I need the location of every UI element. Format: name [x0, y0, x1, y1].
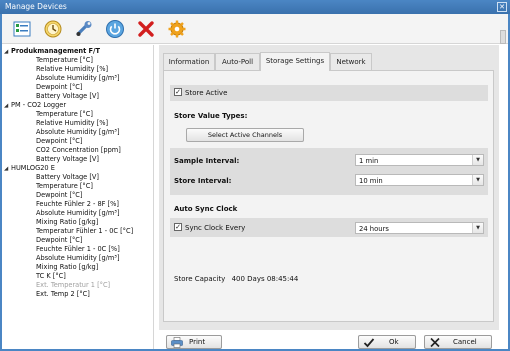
tree-item[interactable]: Relative Humidity [%] — [36, 65, 108, 73]
tree-item[interactable]: Dewpoint [°C] — [36, 137, 83, 145]
dropdown-arrow-icon[interactable]: ▼ — [472, 155, 483, 165]
tab-network[interactable]: Network — [330, 53, 372, 70]
collapse-caret-icon[interactable]: ◢ — [4, 165, 11, 173]
store-active-label: Store Active — [185, 89, 228, 97]
checkbox-checked-icon[interactable]: ✓ — [174, 223, 182, 231]
settings-gear-icon[interactable] — [167, 19, 187, 39]
tree-item[interactable]: Dewpoint [°C] — [36, 83, 83, 91]
tree-item[interactable]: Battery Voltage [V] — [36, 173, 99, 181]
tree-item[interactable]: TC K [°C] — [36, 272, 66, 280]
tab-storage-settings[interactable]: Storage Settings — [260, 52, 330, 71]
ok-button[interactable]: Ok — [358, 335, 416, 349]
toolbar — [2, 14, 508, 44]
store-capacity-value: 400 Days 08:45:44 — [231, 275, 299, 283]
store-interval-dropdown[interactable]: 10 min ▼ — [355, 174, 484, 186]
tree-item[interactable]: Ext. Temp 2 [°C] — [36, 290, 90, 298]
devices-list-icon[interactable] — [12, 19, 32, 39]
store-active-row: ✓ Store Active — [170, 85, 488, 101]
tree-item[interactable]: Temperatur Fühler 1 - 0C [°C] — [36, 227, 133, 235]
select-active-channels-button[interactable]: Select Active Channels — [186, 128, 304, 142]
store-interval-value: 10 min — [359, 177, 383, 185]
tree-item[interactable]: CO2 Concentration [ppm] — [36, 146, 121, 154]
tree-item[interactable]: Temperature [°C] — [36, 110, 93, 118]
interval-band: Sample Interval: 1 min ▼ Store Interval:… — [170, 148, 488, 195]
tree-item[interactable]: Temperature [°C] — [36, 56, 93, 64]
checkmark-icon — [363, 337, 375, 348]
ok-label: Ok — [389, 338, 399, 346]
printer-icon — [171, 337, 183, 348]
wrench-icon[interactable] — [74, 19, 94, 39]
delete-x-icon[interactable] — [136, 19, 156, 39]
cancel-x-icon — [429, 337, 441, 348]
store-active-checkbox[interactable]: ✓ Store Active — [174, 88, 228, 97]
tree-group-pm-co2-logger[interactable]: ◢ PM - CO2 Logger — [4, 101, 66, 109]
sync-clock-label: Sync Clock Every — [185, 224, 246, 232]
sample-interval-dropdown[interactable]: 1 min ▼ — [355, 154, 484, 166]
tree-item[interactable]: Mixing Ratio [g/kg] — [36, 263, 98, 271]
sync-clock-row: ✓ Sync Clock Every 24 hours ▼ — [170, 218, 488, 237]
settings-panel: Information Auto-Poll Storage Settings N… — [159, 45, 499, 330]
sync-clock-every-value: 24 hours — [359, 225, 389, 233]
tree-item[interactable]: Absolute Humidity [g/m³] — [36, 254, 120, 262]
print-label: Print — [189, 338, 206, 346]
window-titlebar: Manage Devices ✕ — [0, 0, 510, 14]
tab-auto-poll[interactable]: Auto-Poll — [215, 53, 260, 70]
tree-item[interactable]: Dewpoint [°C] — [36, 236, 83, 244]
collapse-caret-icon[interactable]: ◢ — [4, 48, 11, 56]
store-capacity-label: Store Capacity — [174, 275, 226, 283]
tree-item[interactable]: Feuchte Fühler 1 - 0C [%] — [36, 245, 120, 253]
window-title: Manage Devices — [5, 2, 67, 11]
auto-sync-clock-heading: Auto Sync Clock — [174, 205, 238, 213]
toolbar-grip — [500, 30, 506, 44]
dropdown-arrow-icon[interactable]: ▼ — [472, 223, 483, 233]
sync-clock-every-dropdown[interactable]: 24 hours ▼ — [355, 222, 484, 234]
tree-item[interactable]: Temperature [°C] — [36, 182, 93, 190]
tree-item-disabled[interactable]: Ext. Temperatur 1 [°C] — [36, 281, 110, 289]
tree-item[interactable]: Battery Voltage [V] — [36, 155, 99, 163]
store-interval-label: Store Interval: — [174, 177, 232, 185]
tree-item[interactable]: Dewpoint [°C] — [36, 191, 83, 199]
tree-group-humlog20e[interactable]: ◢ HUMLOG20 E — [4, 164, 55, 172]
tab-information[interactable]: Information — [163, 53, 215, 70]
checkbox-checked-icon[interactable]: ✓ — [174, 88, 182, 96]
cancel-label: Cancel — [453, 338, 477, 346]
close-window-button[interactable]: ✕ — [497, 2, 507, 12]
tree-item[interactable]: Battery Voltage [V] — [36, 92, 99, 100]
dropdown-arrow-icon[interactable]: ▼ — [472, 175, 483, 185]
storage-settings-content: ✓ Store Active Store Value Types: Select … — [163, 70, 494, 322]
tree-group-produkmanagement[interactable]: ◢ Produkmanagement F/T — [4, 47, 100, 55]
device-tree: ◢ Produkmanagement F/T Temperature [°C] R… — [2, 45, 154, 349]
store-value-types-heading: Store Value Types: — [174, 112, 248, 120]
tree-item[interactable]: Feuchte Fühler 2 - 8F [%] — [36, 200, 119, 208]
sample-interval-value: 1 min — [359, 157, 379, 165]
settings-area: Information Auto-Poll Storage Settings N… — [156, 45, 508, 349]
collapse-caret-icon[interactable]: ◢ — [4, 102, 11, 110]
tree-item[interactable]: Relative Humidity [%] — [36, 119, 108, 127]
cancel-button[interactable]: Cancel — [424, 335, 492, 349]
tree-item[interactable]: Absolute Humidity [g/m³] — [36, 209, 120, 217]
sync-clock-checkbox[interactable]: ✓ Sync Clock Every — [174, 223, 246, 232]
tree-item[interactable]: Mixing Ratio [g/kg] — [36, 218, 98, 226]
tree-item[interactable]: Absolute Humidity [g/m³] — [36, 74, 120, 82]
power-icon[interactable] — [105, 19, 125, 39]
history-clock-icon[interactable] — [43, 19, 63, 39]
print-button[interactable]: Print — [166, 335, 222, 349]
store-capacity: Store Capacity 400 Days 08:45:44 — [174, 275, 298, 283]
tree-item[interactable]: Absolute Humidity [g/m³] — [36, 128, 120, 136]
sample-interval-label: Sample Interval: — [174, 157, 240, 165]
